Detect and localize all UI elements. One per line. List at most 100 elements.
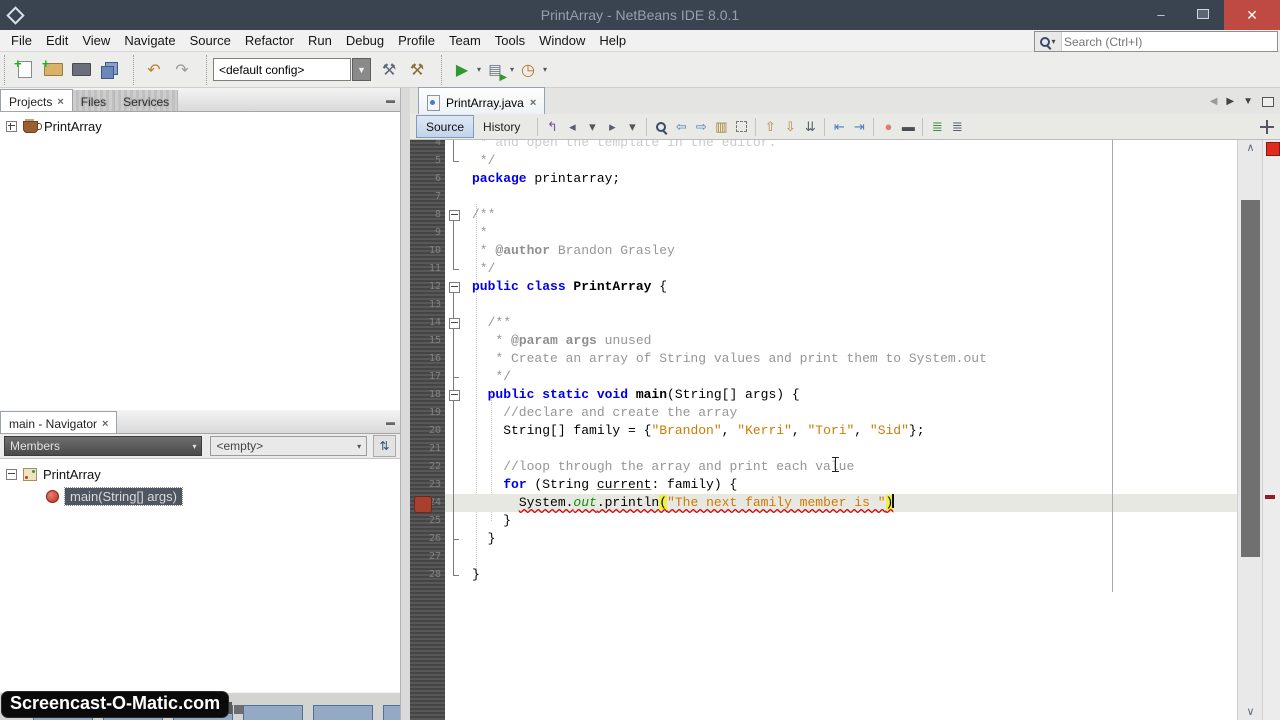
error-glyph-icon[interactable] bbox=[414, 496, 432, 513]
scrollbar-thumb[interactable] bbox=[1241, 200, 1260, 557]
search-input[interactable] bbox=[1062, 34, 1266, 50]
code-line-13[interactable] bbox=[445, 296, 1237, 314]
tab-services[interactable]: Services bbox=[115, 90, 178, 111]
profile-project-icon[interactable]: ◷ bbox=[515, 57, 541, 83]
code-line-15[interactable]: * @param args unused bbox=[445, 332, 1237, 350]
search-icon[interactable]: ▾ bbox=[1035, 32, 1062, 51]
menu-debug[interactable]: Debug bbox=[339, 31, 391, 50]
profile-project-dropdown-icon[interactable]: ▾ bbox=[543, 65, 547, 74]
save-all-icon[interactable] bbox=[96, 57, 122, 83]
menu-edit[interactable]: Edit bbox=[39, 31, 75, 50]
members-combo[interactable]: Members ▾ bbox=[4, 436, 202, 456]
code-line-28[interactable]: } bbox=[445, 566, 1237, 584]
last-edit-icon[interactable]: ↰ bbox=[542, 117, 562, 137]
select-in-projects-icon[interactable] bbox=[731, 117, 751, 137]
code-line-11[interactable]: */ bbox=[445, 260, 1237, 278]
error-mark[interactable] bbox=[1265, 495, 1275, 499]
document-list-icon[interactable]: ▼ bbox=[1243, 96, 1253, 107]
menu-help[interactable]: Help bbox=[592, 31, 633, 50]
fold-toggle-icon[interactable] bbox=[449, 210, 460, 221]
next-occurrence-icon[interactable]: ⇨ bbox=[691, 117, 711, 137]
tab-printarray-java[interactable]: PrintArray.java × bbox=[418, 87, 545, 114]
back-icon[interactable]: ◂ bbox=[562, 117, 582, 137]
expand-icon[interactable] bbox=[6, 121, 17, 132]
code-line-26[interactable]: } bbox=[445, 530, 1237, 548]
next-bookmark-icon[interactable]: ● bbox=[878, 117, 898, 137]
shift-right-icon[interactable]: ⇥ bbox=[849, 117, 869, 137]
run-project-dropdown-icon[interactable]: ▾ bbox=[477, 65, 481, 74]
code-line-18[interactable]: public static void main(String[] args) { bbox=[445, 386, 1237, 404]
close-icon[interactable]: × bbox=[102, 418, 108, 430]
fold-toggle-icon[interactable] bbox=[449, 282, 460, 293]
collapse-icon[interactable] bbox=[6, 469, 17, 480]
move-up-icon[interactable]: ⇧ bbox=[760, 117, 780, 137]
code-line-10[interactable]: * @author Brandon Grasley bbox=[445, 242, 1237, 260]
tab-files[interactable]: Files bbox=[73, 90, 115, 111]
code-line-17[interactable]: */ bbox=[445, 368, 1237, 386]
filter-combo[interactable]: <empty> ▾ bbox=[210, 436, 367, 456]
new-file-icon[interactable]: + bbox=[12, 57, 38, 83]
menu-window[interactable]: Window bbox=[532, 31, 592, 50]
error-indicator[interactable] bbox=[1266, 142, 1280, 156]
code-line-19[interactable]: //declare and create the array bbox=[445, 404, 1237, 422]
code-line-23[interactable]: for (String current: family) { bbox=[445, 476, 1237, 494]
fold-toggle-icon[interactable] bbox=[449, 318, 460, 329]
menu-refactor[interactable]: Refactor bbox=[238, 31, 301, 50]
code-line-14[interactable]: /** bbox=[445, 314, 1237, 332]
code-line-4[interactable]: * and open the template in the editor. bbox=[445, 140, 1237, 152]
config-combo[interactable]: <default config> bbox=[213, 58, 351, 81]
open-project-icon[interactable] bbox=[68, 57, 94, 83]
menu-run[interactable]: Run bbox=[301, 31, 339, 50]
forward-dropdown-icon[interactable]: ▾ bbox=[622, 117, 642, 137]
sort-members-button[interactable]: ⇅ bbox=[373, 435, 396, 457]
navigator-member-item[interactable]: main(String[] args) bbox=[46, 488, 400, 505]
menu-tools[interactable]: Tools bbox=[488, 31, 532, 50]
run-project-icon[interactable]: ▶ bbox=[449, 57, 475, 83]
code-line-7[interactable] bbox=[445, 188, 1237, 206]
toggle-highlight-icon[interactable]: ▥ bbox=[711, 117, 731, 137]
minimize-group-icon[interactable]: ▬ bbox=[386, 417, 395, 427]
scroll-tabs-right-icon[interactable]: ▶ bbox=[1226, 96, 1234, 107]
quick-search[interactable]: ▾ bbox=[1034, 31, 1278, 52]
back-dropdown-icon[interactable]: ▾ bbox=[582, 117, 602, 137]
find-selection-icon[interactable] bbox=[651, 117, 671, 137]
tab-projects[interactable]: Projects × bbox=[0, 89, 73, 111]
menu-navigate[interactable]: Navigate bbox=[117, 31, 182, 50]
project-tree-item[interactable]: PrintArray bbox=[6, 119, 400, 134]
menu-view[interactable]: View bbox=[75, 31, 117, 50]
code-line-21[interactable] bbox=[445, 440, 1237, 458]
redo-icon[interactable]: ↷ bbox=[169, 57, 195, 83]
code-editor[interactable]: * and open the template in the editor. *… bbox=[410, 140, 1280, 720]
code-line-9[interactable]: * bbox=[445, 224, 1237, 242]
code-line-20[interactable]: String[] family = {"Brandon", "Kerri", "… bbox=[445, 422, 1237, 440]
code-line-6[interactable]: package printarray; bbox=[445, 170, 1237, 188]
scroll-tabs-left-icon[interactable]: ◀ bbox=[1210, 96, 1218, 107]
previous-occurrence-icon[interactable]: ⇦ bbox=[671, 117, 691, 137]
code-line-22[interactable]: //loop through the array and print each … bbox=[445, 458, 1237, 476]
navigator-class-item[interactable]: PrintArray bbox=[6, 467, 400, 482]
code-line-25[interactable]: } bbox=[445, 512, 1237, 530]
source-view-button[interactable]: Source bbox=[416, 115, 474, 138]
move-down-icon[interactable]: ⇩ bbox=[780, 117, 800, 137]
close-icon[interactable]: × bbox=[530, 97, 536, 109]
maximize-button[interactable] bbox=[1182, 0, 1224, 30]
close-button[interactable]: ✕ bbox=[1224, 0, 1280, 30]
code-line-12[interactable]: public class PrintArray { bbox=[445, 278, 1237, 296]
shift-left-icon[interactable]: ⇤ bbox=[829, 117, 849, 137]
build-project-icon[interactable]: ⚒ bbox=[376, 57, 402, 83]
uncomment-icon[interactable]: ≣ bbox=[947, 117, 967, 137]
fold-toggle-icon[interactable] bbox=[449, 390, 460, 401]
debug-project-icon[interactable]: ▤▶ bbox=[482, 57, 508, 83]
menu-source[interactable]: Source bbox=[183, 31, 238, 50]
undo-icon[interactable]: ↶ bbox=[141, 57, 167, 83]
scroll-down-icon[interactable]: ∨ bbox=[1238, 704, 1263, 720]
code-line-16[interactable]: * Create an array of String values and p… bbox=[445, 350, 1237, 368]
debug-project-dropdown-icon[interactable]: ▾ bbox=[510, 65, 514, 74]
history-view-button[interactable]: History bbox=[474, 116, 529, 137]
split-document-icon[interactable] bbox=[1259, 119, 1275, 135]
code-line-5[interactable]: */ bbox=[445, 152, 1237, 170]
close-icon[interactable]: × bbox=[57, 96, 63, 108]
code-line-8[interactable]: /** bbox=[445, 206, 1237, 224]
comment-icon[interactable]: ≣ bbox=[927, 117, 947, 137]
duplicate-line-icon[interactable]: ⇊ bbox=[800, 117, 820, 137]
